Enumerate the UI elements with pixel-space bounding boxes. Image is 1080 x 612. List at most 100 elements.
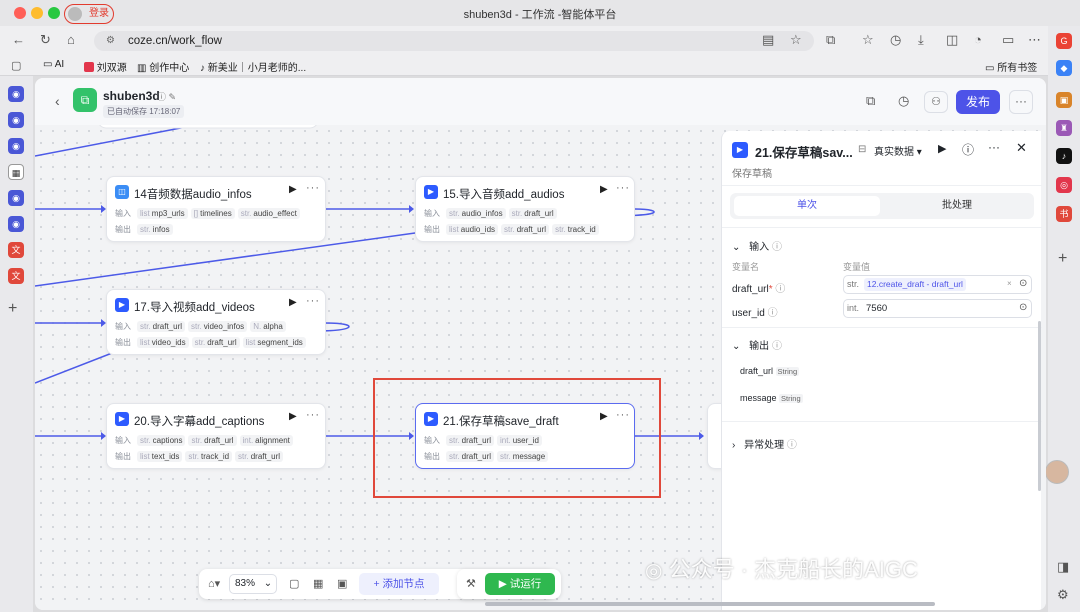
reload-icon[interactable]: ↻ xyxy=(40,33,51,47)
bookmark-star-icon[interactable]: ☆ xyxy=(790,33,802,47)
collaborators-icon[interactable]: ⚇ xyxy=(924,91,948,113)
node-more-icon[interactable]: ··· xyxy=(306,409,320,421)
coze-tab-icon[interactable]: ◉ xyxy=(8,112,24,128)
output-section-header[interactable]: ⌄ 输出 ⓘ xyxy=(732,337,782,352)
node-add-captions[interactable]: ▶ 20.导入字幕add_captions ▶ ··· 输入 str. captio… xyxy=(106,403,326,469)
node-add-audios[interactable]: ▶ 15.导入音频add_audios ▶ ··· 输入 str. audio_in… xyxy=(415,176,635,242)
canvas-scrollbar[interactable] xyxy=(485,602,935,606)
user-id-value-field[interactable]: int. 7560 ⊙ xyxy=(843,299,1032,318)
browser-right-sidebar xyxy=(1048,26,1080,612)
draft-url-value-field[interactable]: str. 12.create_draft - draft_url × ⊙ xyxy=(843,275,1032,294)
tab-batch[interactable]: 批处理 xyxy=(884,196,1030,216)
tag-icon[interactable]: ◆ xyxy=(1056,60,1072,76)
node-add-videos[interactable]: ▶ 17.导入视频add_videos ▶ ··· 输入 str. draft_ur… xyxy=(106,289,326,355)
output-tag: str. message xyxy=(497,451,549,462)
add-node-button[interactable]: + 添加节点 xyxy=(359,573,439,595)
add-sidebar-app-icon[interactable]: + xyxy=(1058,250,1067,268)
info-icon[interactable]: ⓘ ✎ xyxy=(157,90,176,103)
tiktok-icon[interactable]: ♪ xyxy=(1056,148,1072,164)
panel-toggle-icon[interactable]: ◨ xyxy=(1057,560,1069,574)
new-tab-plus-icon[interactable]: + xyxy=(8,300,17,318)
toolbox-icon[interactable]: ▣ xyxy=(1056,92,1072,108)
bookmark-tiktok[interactable]: ♪ 新美业｜小月老师的... xyxy=(200,59,306,74)
tab-single[interactable]: 单次 xyxy=(734,196,880,216)
mouse-mode-icon[interactable]: ⌂▾ xyxy=(208,577,220,591)
history-icon[interactable]: ◷ xyxy=(898,94,909,108)
reader-icon[interactable]: ▤ xyxy=(762,33,774,47)
weibo-icon[interactable]: ◎ xyxy=(1056,177,1072,193)
error-section-header[interactable]: › 异常处理 ⓘ xyxy=(732,436,797,451)
node-save-draft[interactable]: ▶ 21.保存草稿save_draft ▶ ··· 输入 str. draft_ur… xyxy=(415,403,635,469)
ref-settings-icon[interactable]: ⊙ xyxy=(1019,302,1027,313)
calendar-tab-icon[interactable]: ▦ xyxy=(8,164,24,180)
bookmark-all[interactable]: ▭ 所有书签 xyxy=(985,59,1037,74)
help-icon[interactable]: ⓘ xyxy=(962,141,974,158)
output-tag: list audio_ids xyxy=(446,224,499,235)
extensions-icon[interactable]: ⧉ xyxy=(826,33,835,47)
run-panel-icon[interactable]: ▶ xyxy=(938,142,946,155)
menu-more-icon[interactable]: ⋯ xyxy=(1028,33,1041,47)
coze-tab-icon[interactable]: ◉ xyxy=(8,138,24,154)
more-menu-button[interactable]: ··· xyxy=(1009,90,1033,114)
clear-icon[interactable]: × xyxy=(1007,279,1012,288)
node-more-icon[interactable]: ··· xyxy=(306,182,320,194)
site-info-icon[interactable]: ⚙ xyxy=(106,31,115,51)
param-name: user_id ⓘ xyxy=(732,308,778,319)
sidebar-toggle-icon[interactable]: ◫ xyxy=(946,33,958,47)
address-bar[interactable]: ⚙ coze.cn/work_flow xyxy=(94,31,814,51)
assistant-avatar[interactable] xyxy=(1045,460,1069,484)
copy-icon[interactable]: ⧉ xyxy=(866,94,875,108)
variable-ref-tag[interactable]: 12.create_draft - draft_url xyxy=(864,278,966,291)
settings-icon[interactable]: ⚙ xyxy=(1057,588,1069,602)
input-section-header[interactable]: ⌄ 输入 ⓘ xyxy=(732,238,782,253)
favorites-icon[interactable]: ☆ xyxy=(862,33,874,47)
ref-settings-icon[interactable]: ⊙ xyxy=(1019,278,1027,289)
data-mode-select[interactable]: 真实数据 ▾ xyxy=(874,143,922,158)
audio-data-icon: ◫ xyxy=(115,185,129,199)
run-node-icon[interactable]: ▶ xyxy=(289,184,297,195)
history-icon[interactable]: ◷ xyxy=(890,33,901,47)
xiaohongshu-icon[interactable]: 书 xyxy=(1056,206,1072,222)
download-icon[interactable]: ⤓ xyxy=(918,33,924,47)
app-tab-icon[interactable]: 文 xyxy=(8,268,24,284)
wallet-icon[interactable]: ▭ xyxy=(1002,33,1014,47)
minimap-icon[interactable]: ▣ xyxy=(337,577,347,591)
coze-tab-icon[interactable]: ◉ xyxy=(8,190,24,206)
node-inputs: 输入 list mp3_urls[] timelines str. audio_effec… xyxy=(115,208,303,219)
publish-button[interactable]: 发布 xyxy=(956,90,1000,114)
node-more-icon[interactable]: ··· xyxy=(306,295,320,307)
node-outputs: 输出 list video_ids str. draft_url list segment_… xyxy=(115,337,309,348)
google-icon[interactable]: G xyxy=(1056,33,1072,49)
tab-sidebar-icon[interactable]: ▢ xyxy=(11,59,21,73)
back-arrow-icon[interactable]: ‹ xyxy=(55,93,60,109)
coze-tab-icon[interactable]: ◉ xyxy=(8,216,24,232)
run-node-icon[interactable]: ▶ xyxy=(289,411,297,422)
input-tag: list mp3_urls xyxy=(137,208,188,219)
performance-icon[interactable]: ◔ xyxy=(974,33,982,47)
game-icon[interactable]: ♜ xyxy=(1056,120,1072,136)
app-tab-icon[interactable]: 文 xyxy=(8,242,24,258)
bookmark-creator-center[interactable]: ▥ 创作中心 xyxy=(137,59,189,74)
run-node-icon[interactable]: ▶ xyxy=(600,411,608,422)
edge-arrow xyxy=(699,432,704,440)
run-node-icon[interactable]: ▶ xyxy=(600,184,608,195)
type-label: str. xyxy=(847,279,860,289)
test-run-button[interactable]: ▶ 试运行 xyxy=(485,573,555,595)
comment-icon[interactable]: ▢ xyxy=(289,577,299,591)
coze-tab-icon[interactable]: ◉ xyxy=(8,86,24,102)
node-more-icon[interactable]: ··· xyxy=(616,409,630,421)
node-more-icon[interactable]: ··· xyxy=(616,182,630,194)
home-icon[interactable]: ⌂ xyxy=(67,33,75,47)
debug-icon[interactable]: ⚒ xyxy=(466,577,476,591)
bookmark-liushuangyuan[interactable]: 刘双源 xyxy=(84,59,127,74)
node-audio-infos[interactable]: ◫ 14音频数据audio_infos ▶ ··· 输入 list mp3_urls… xyxy=(106,176,326,242)
back-icon[interactable]: ← xyxy=(12,33,25,47)
panel-more-icon[interactable]: ··· xyxy=(988,140,1000,154)
zoom-select[interactable]: 83% ⌄ xyxy=(229,574,277,594)
panel-scrollbar[interactable] xyxy=(1038,321,1041,491)
layout-icon[interactable]: ▦ xyxy=(313,577,323,591)
node-outputs: 输出 str. infos xyxy=(115,224,176,235)
close-panel-icon[interactable]: ✕ xyxy=(1016,140,1027,156)
run-node-icon[interactable]: ▶ xyxy=(289,297,297,308)
bookmark-ai[interactable]: ▭ AI xyxy=(43,59,64,70)
